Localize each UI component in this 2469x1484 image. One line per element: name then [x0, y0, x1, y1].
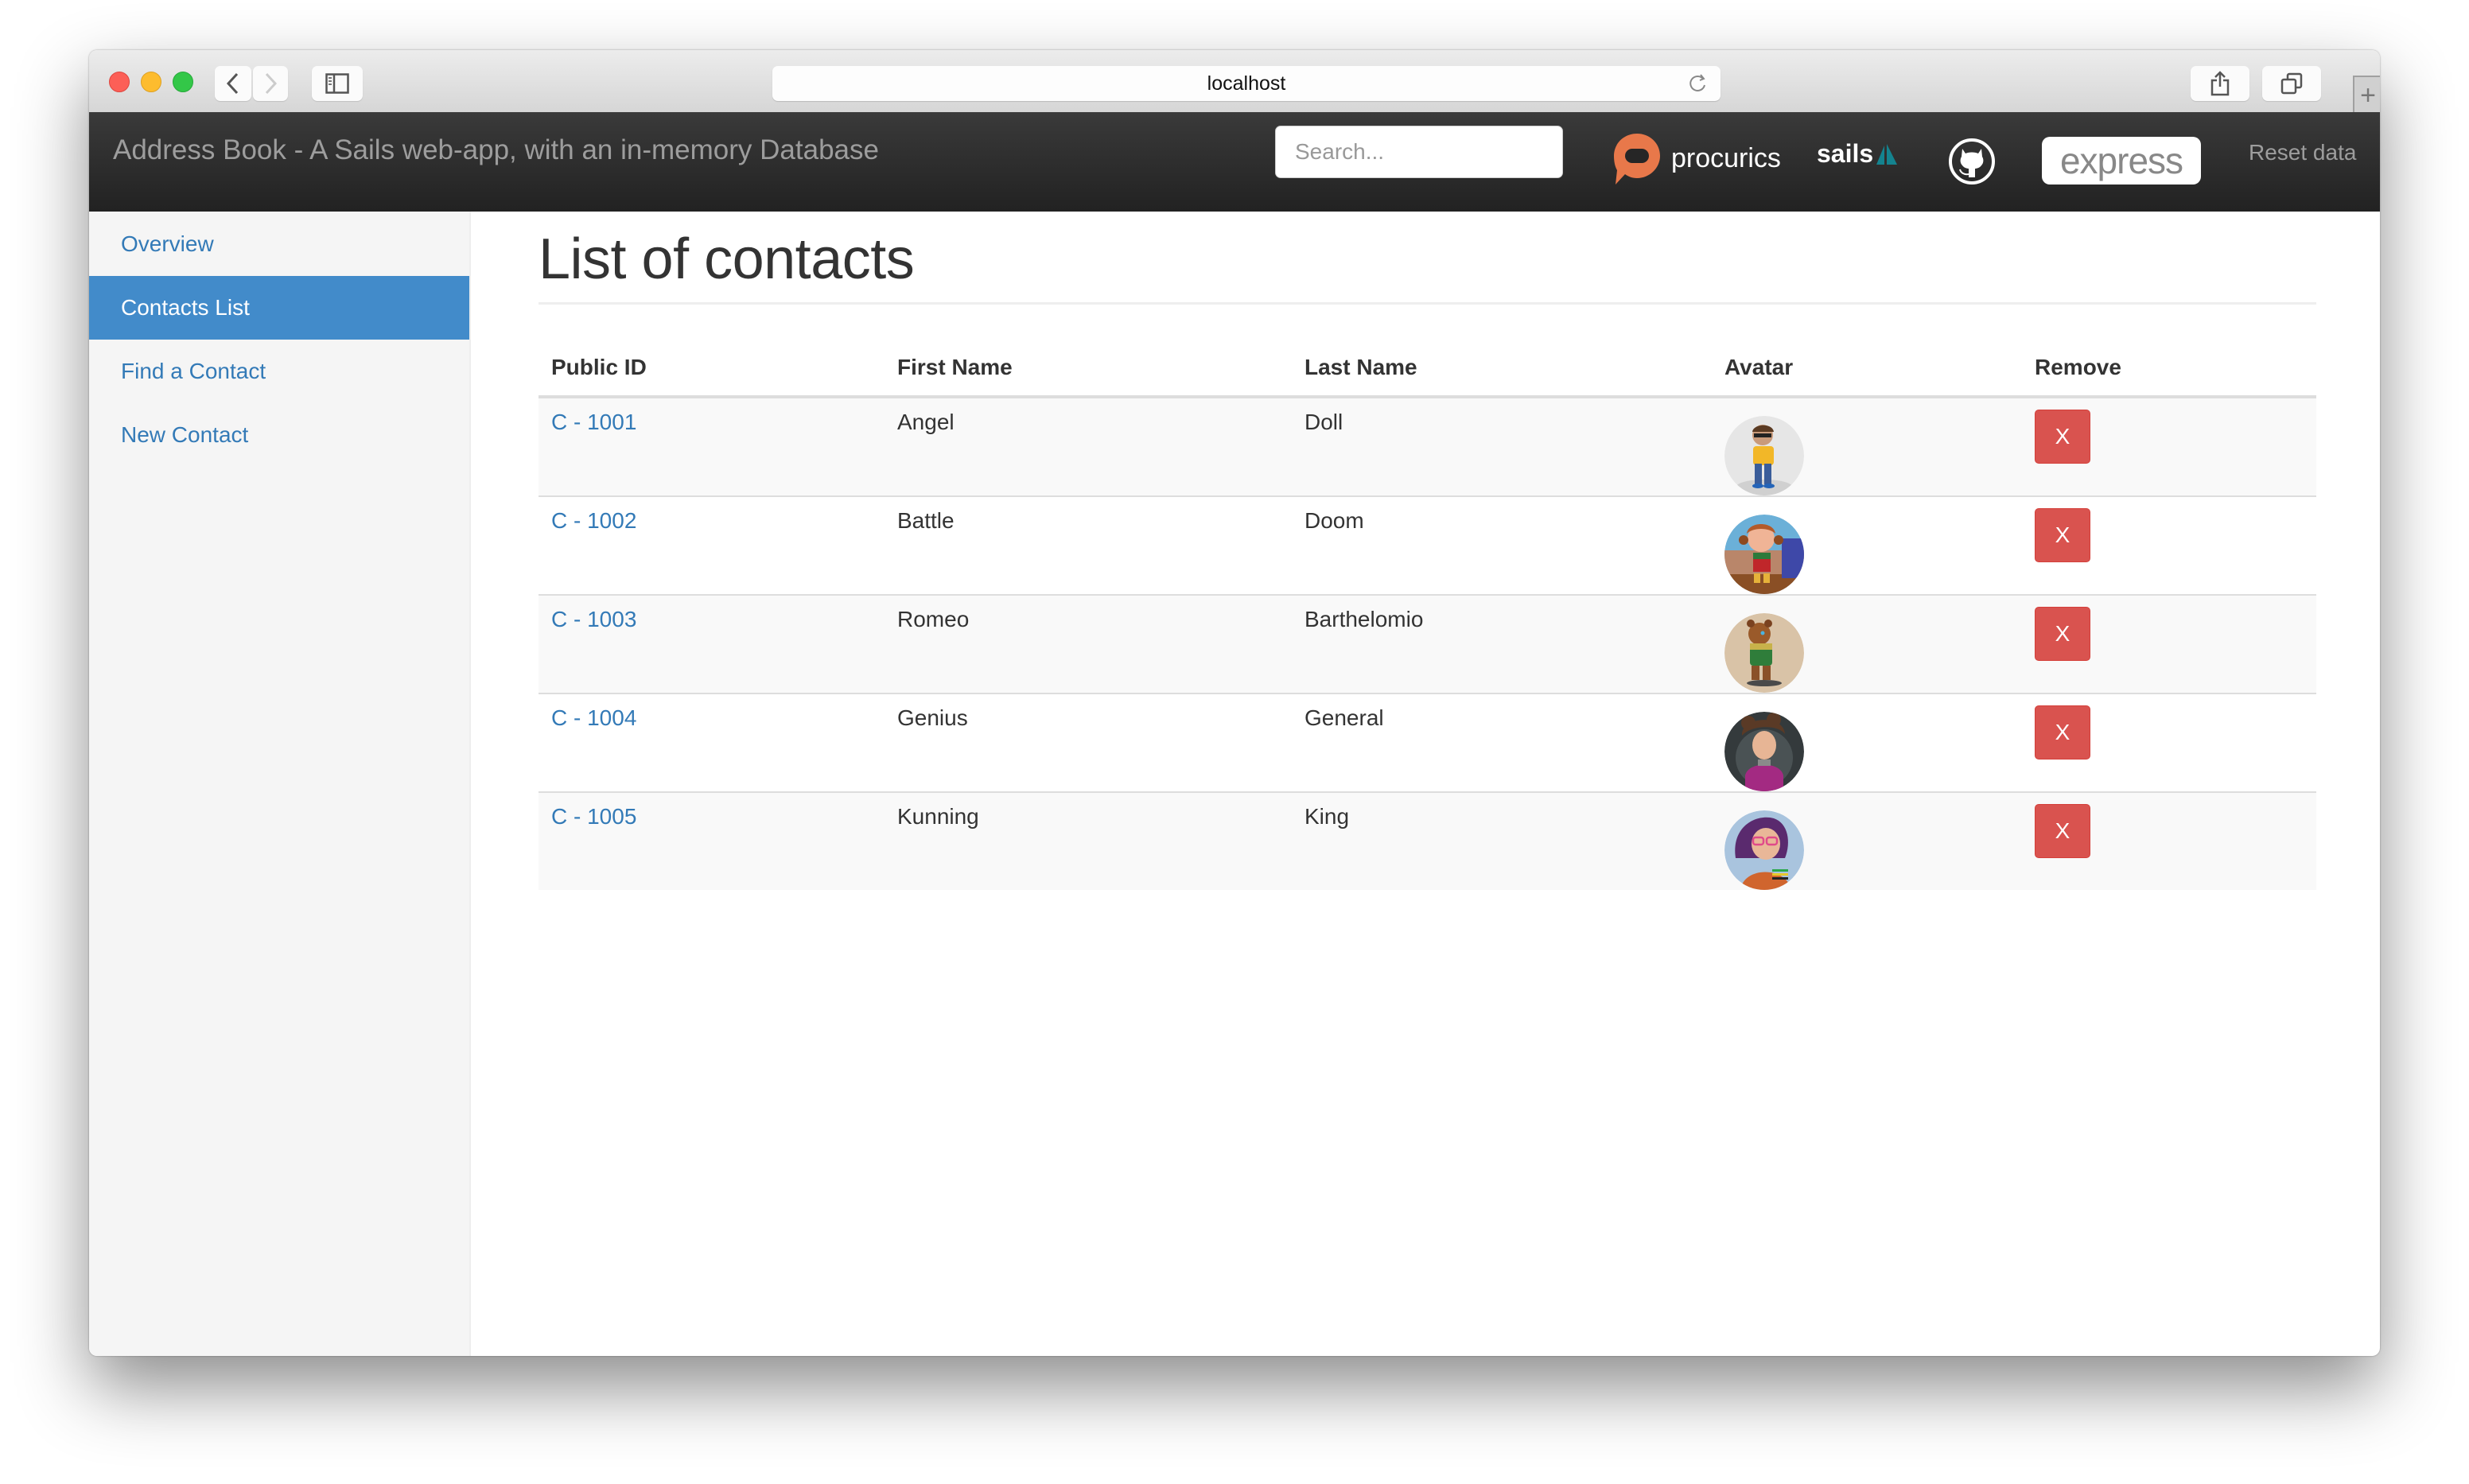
avatar — [1724, 416, 1804, 495]
url-text: localhost — [1207, 72, 1286, 95]
back-button[interactable] — [215, 66, 251, 101]
tab-overview-button[interactable] — [2262, 66, 2321, 101]
title-divider — [539, 302, 2316, 305]
sidebar-nav: Overview Contacts List Find a Contact Ne… — [89, 212, 469, 467]
sidebar-item-overview[interactable]: Overview — [89, 212, 469, 276]
reset-data-link[interactable]: Reset data — [2249, 140, 2356, 165]
sails-label: sails — [1817, 139, 1874, 168]
first-name-cell: Genius — [885, 693, 1292, 792]
column-header-last-name: Last Name — [1292, 340, 1712, 398]
avatar — [1724, 712, 1804, 791]
sail-icon — [1876, 143, 1898, 165]
contact-id-link[interactable]: C - 1003 — [551, 607, 636, 631]
remove-contact-button[interactable]: X — [2035, 410, 2090, 464]
sidebar-item-contacts-list[interactable]: Contacts List — [89, 276, 469, 340]
new-tab-button[interactable]: + — [2353, 76, 2380, 114]
contact-id-link[interactable]: C - 1001 — [551, 410, 636, 434]
remove-contact-button[interactable]: X — [2035, 804, 2090, 858]
column-header-avatar: Avatar — [1712, 340, 2022, 398]
table-row: C - 1003 Romeo Barthelomio X — [539, 594, 2316, 693]
chevron-left-icon — [226, 72, 239, 95]
close-window-button[interactable] — [109, 72, 130, 92]
reload-icon[interactable] — [1687, 72, 1709, 95]
table-row: C - 1002 Battle Doom X — [539, 495, 2316, 595]
column-header-public-id: Public ID — [539, 340, 885, 398]
table-row: C - 1001 Angel Doll X — [539, 396, 2316, 496]
sidebar-item-find-contact[interactable]: Find a Contact — [89, 340, 469, 403]
contact-id-link[interactable]: C - 1005 — [551, 804, 636, 829]
address-bar[interactable]: localhost — [772, 66, 1721, 101]
first-name-cell: Kunning — [885, 791, 1292, 890]
share-button[interactable] — [2191, 66, 2249, 101]
contact-id-link[interactable]: C - 1002 — [551, 508, 636, 533]
last-name-cell: General — [1292, 693, 1712, 792]
share-icon — [2210, 71, 2230, 96]
sidebar-icon — [325, 73, 349, 94]
express-label: express — [2059, 140, 2183, 181]
contacts-table: Public ID First Name Last Name Avatar Re… — [539, 340, 2316, 890]
table-header-row: Public ID First Name Last Name Avatar Re… — [539, 340, 2316, 398]
zoom-window-button[interactable] — [173, 72, 193, 92]
procurics-label: procurics — [1671, 142, 1781, 173]
github-octocat-icon — [1949, 138, 1995, 185]
contact-id-link[interactable]: C - 1004 — [551, 705, 636, 730]
search-input[interactable] — [1275, 126, 1563, 178]
avatar — [1724, 613, 1804, 693]
remove-contact-button[interactable]: X — [2035, 705, 2090, 759]
last-name-cell: Doll — [1292, 396, 1712, 496]
procurics-icon — [1614, 134, 1660, 185]
app-brand[interactable]: Address Book - A Sails web-app, with an … — [113, 134, 879, 166]
avatar — [1724, 810, 1804, 890]
last-name-cell: King — [1292, 791, 1712, 890]
remove-contact-button[interactable]: X — [2035, 508, 2090, 562]
remove-contact-button[interactable]: X — [2035, 607, 2090, 661]
sidebar-item-new-contact[interactable]: New Contact — [89, 403, 469, 467]
app-navbar: Address Book - A Sails web-app, with an … — [89, 112, 2380, 212]
chevron-right-icon — [265, 72, 278, 95]
github-logo[interactable] — [1948, 138, 1996, 189]
avatar — [1724, 515, 1804, 594]
column-header-first-name: First Name — [885, 340, 1292, 398]
first-name-cell: Romeo — [885, 594, 1292, 693]
browser-titlebar: localhost + — [89, 50, 2380, 114]
main-content: List of contacts Public ID First Name La… — [539, 212, 2316, 890]
minimize-window-button[interactable] — [141, 72, 161, 92]
forward-button[interactable] — [253, 66, 288, 101]
plus-icon: + — [2360, 80, 2376, 111]
table-row: C - 1005 Kunning King X — [539, 791, 2316, 890]
last-name-cell: Doom — [1292, 495, 1712, 595]
sails-logo[interactable]: sails — [1817, 139, 1900, 169]
table-row: C - 1004 Genius General X — [539, 693, 2316, 792]
procurics-logo[interactable]: procurics — [1612, 132, 1781, 185]
sidebar: Overview Contacts List Find a Contact Ne… — [89, 212, 471, 1356]
page-title: List of contacts — [539, 227, 915, 291]
first-name-cell: Battle — [885, 495, 1292, 595]
first-name-cell: Angel — [885, 396, 1292, 496]
tabs-icon — [2280, 72, 2303, 95]
express-logo[interactable]: express — [2042, 137, 2201, 185]
sidebar-toggle-button[interactable] — [312, 66, 363, 101]
last-name-cell: Barthelomio — [1292, 594, 1712, 693]
browser-window: localhost + Address Book - A Sails web-a… — [89, 50, 2380, 1356]
column-header-remove: Remove — [2022, 340, 2316, 398]
